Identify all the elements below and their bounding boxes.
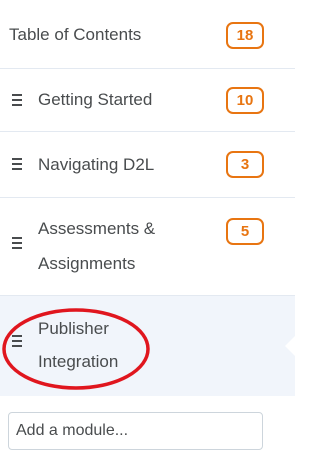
- drag-handle-icon[interactable]: [12, 158, 24, 170]
- module-navigation-panel: Table of Contents 18 Getting Started 10 …: [0, 0, 295, 461]
- drag-handle-icon[interactable]: [12, 94, 24, 106]
- add-module-label: Add a module...: [16, 422, 129, 439]
- nav-item-label: Table of Contents: [9, 25, 142, 44]
- count-badge: 10: [226, 87, 264, 114]
- selection-notch-icon: [285, 336, 295, 356]
- nav-item-label: Navigating D2L: [38, 155, 155, 174]
- nav-item-table-of-contents[interactable]: Table of Contents 18: [0, 0, 295, 69]
- count-badge: 18: [226, 22, 264, 49]
- nav-item-navigating-d2l[interactable]: Navigating D2L 3: [0, 132, 295, 198]
- count-badge: 5: [226, 218, 264, 245]
- nav-item-assessments-assignments[interactable]: Assessments & Assignments 5: [0, 198, 295, 296]
- nav-item-label: Getting Started: [38, 90, 153, 109]
- add-module-input[interactable]: Add a module...: [8, 412, 263, 450]
- count-badge: 3: [226, 151, 264, 178]
- nav-item-label-line2: Assignments: [38, 254, 136, 273]
- nav-item-label-line1: Assessments &: [38, 219, 156, 238]
- nav-item-getting-started[interactable]: Getting Started 10: [0, 69, 295, 132]
- annotation-circle: [2, 308, 150, 390]
- drag-handle-icon[interactable]: [12, 237, 24, 249]
